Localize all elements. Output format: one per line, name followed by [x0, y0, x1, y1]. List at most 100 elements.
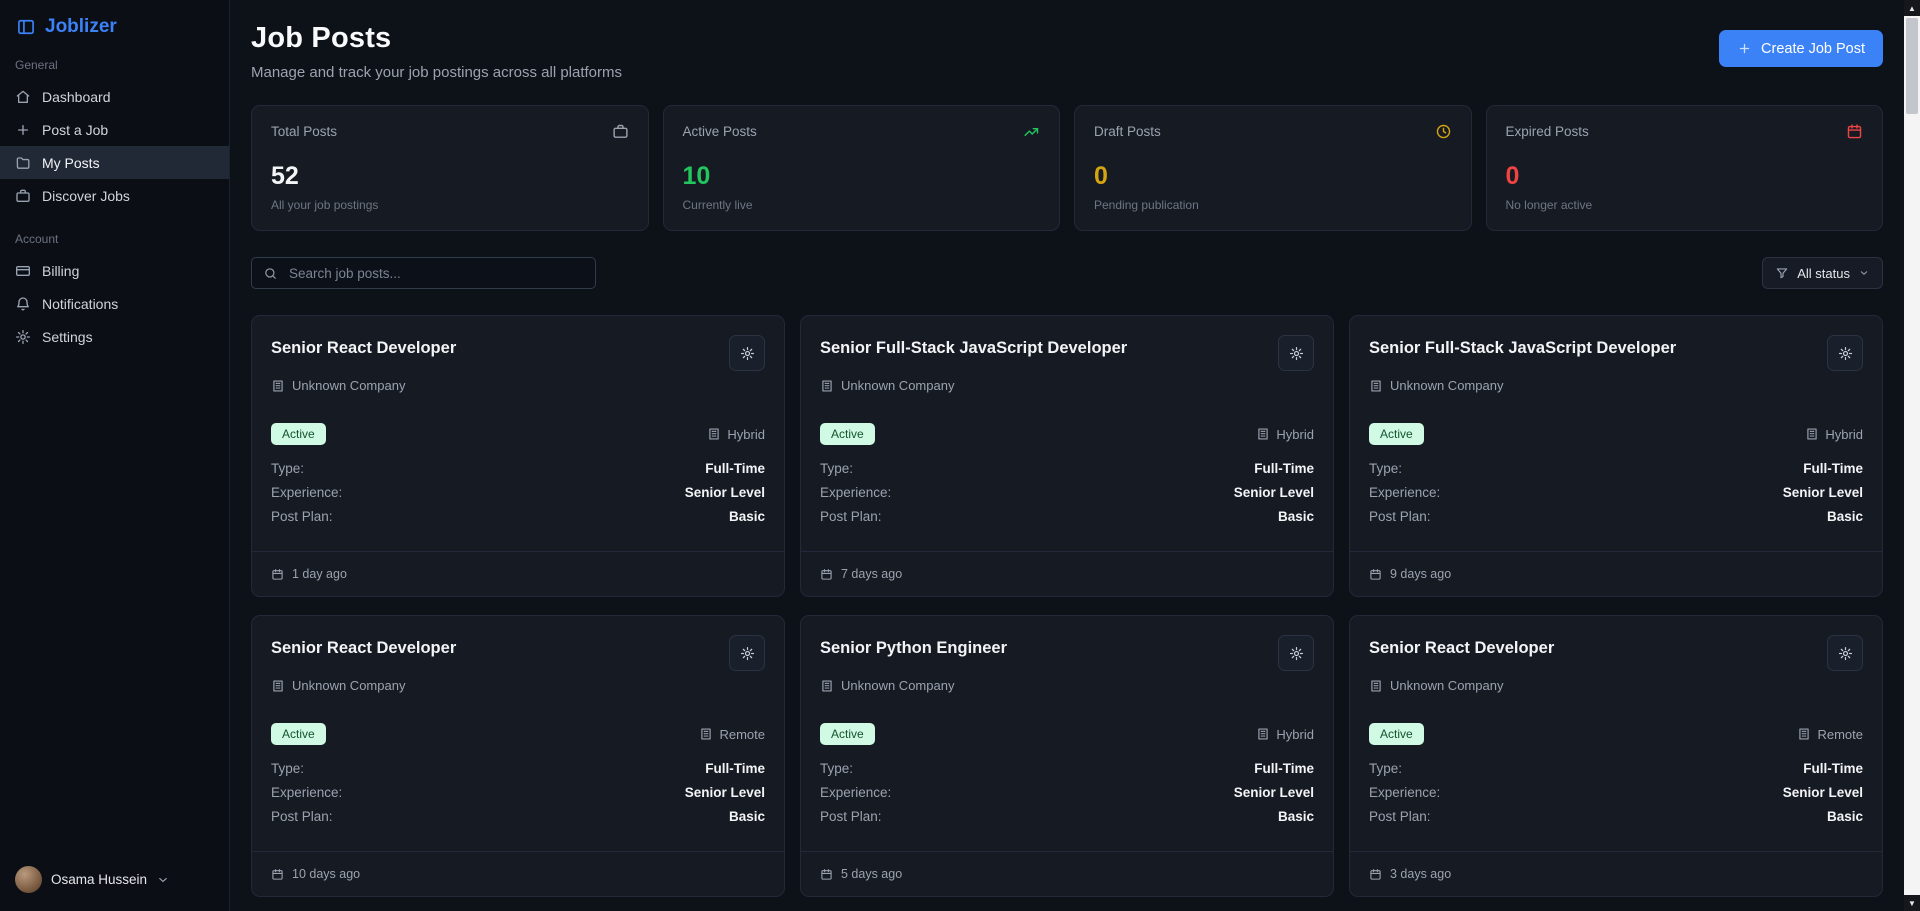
scroll-up-arrow[interactable]: ▲ — [1904, 0, 1920, 16]
panel-left-icon — [18, 19, 34, 35]
app-logo[interactable]: Joblizer — [0, 16, 229, 38]
status-filter-label: All status — [1797, 265, 1850, 281]
scrollbar-track[interactable] — [1904, 16, 1920, 895]
scrollbar[interactable]: ▲ ▼ — [1904, 0, 1920, 911]
gear-icon — [740, 346, 754, 360]
posted-date: 9 days ago — [1390, 567, 1452, 581]
building-icon — [1799, 728, 1810, 740]
main-content: Job Posts Manage and track your job post… — [230, 0, 1904, 911]
plus-icon — [18, 124, 28, 135]
sidebar-item-settings[interactable]: Settings — [0, 320, 229, 353]
work-mode-label: Hybrid — [1276, 726, 1314, 742]
experience-value: Senior Level — [1233, 485, 1314, 500]
sidebar-item-billing[interactable]: Billing — [0, 254, 229, 287]
sidebar-item-dashboard[interactable]: Dashboard — [0, 80, 229, 113]
company-name: Unknown Company — [1390, 678, 1504, 693]
stat-label: Draft Posts — [1094, 124, 1161, 139]
stat-label: Total Posts — [271, 124, 338, 139]
funnel-icon — [1777, 268, 1788, 279]
type-label: Type: — [820, 461, 854, 476]
gear-icon — [1838, 346, 1852, 360]
type-value: Full-Time — [1803, 761, 1863, 776]
sidebar-item-my-posts[interactable]: My Posts — [0, 146, 229, 179]
status-badge: Active — [271, 423, 326, 445]
status-filter-dropdown[interactable]: All status — [1762, 257, 1883, 289]
sidebar-section-general: General — [15, 58, 58, 72]
home-icon — [16, 90, 30, 103]
job-title: Senior React Developer — [1369, 639, 1555, 657]
building-icon — [709, 428, 720, 440]
sidebar-item-label: Billing — [42, 262, 80, 279]
posted-date: 5 days ago — [841, 867, 903, 881]
type-label: Type: — [271, 761, 305, 776]
status-badge: Active — [820, 723, 875, 745]
stat-value: 52 — [271, 162, 299, 190]
search-input[interactable] — [287, 264, 584, 282]
post-plan-label: Post Plan: — [820, 509, 882, 524]
app-name: Joblizer — [45, 16, 117, 37]
building-icon — [701, 728, 712, 740]
company-name: Unknown Company — [1390, 378, 1504, 393]
job-card: Senior Full-Stack JavaScript Developer U… — [1349, 315, 1883, 597]
experience-label: Experience: — [1369, 785, 1441, 800]
job-settings-button[interactable] — [729, 335, 765, 371]
building-icon — [1371, 379, 1381, 392]
type-label: Type: — [271, 461, 305, 476]
company-name: Unknown Company — [841, 678, 955, 693]
type-label: Type: — [1369, 461, 1403, 476]
calendar-icon — [821, 568, 832, 580]
job-title: Senior React Developer — [271, 339, 457, 357]
toolbar: All status — [251, 257, 1883, 289]
scrollbar-thumb[interactable] — [1906, 18, 1918, 114]
job-settings-button[interactable] — [1278, 635, 1314, 671]
job-settings-button[interactable] — [1278, 335, 1314, 371]
work-mode-label: Remote — [1817, 726, 1863, 742]
sidebar-item-discover-jobs[interactable]: Discover Jobs — [0, 179, 229, 212]
work-mode-label: Hybrid — [1276, 426, 1314, 442]
experience-label: Experience: — [271, 485, 343, 500]
stat-sub: Currently live — [682, 198, 753, 212]
chevron-down-icon — [159, 877, 167, 882]
gear-icon — [740, 646, 754, 660]
status-badge: Active — [1369, 723, 1424, 745]
post-plan-label: Post Plan: — [1369, 509, 1431, 524]
post-plan-value: Basic — [1277, 809, 1314, 824]
create-job-post-button[interactable]: Create Job Post — [1719, 30, 1883, 67]
building-icon — [822, 379, 832, 392]
user-menu[interactable]: Osama Hussein — [0, 866, 229, 893]
job-card: Senior React Developer Unknown Company A… — [1349, 615, 1883, 897]
posted-date: 10 days ago — [292, 867, 361, 881]
stat-sub: Pending publication — [1094, 198, 1199, 212]
job-title: Senior React Developer — [271, 639, 457, 657]
sidebar-item-label: Dashboard — [42, 88, 111, 105]
sidebar-item-label: My Posts — [42, 154, 100, 171]
sidebar-item-label: Discover Jobs — [42, 187, 130, 204]
job-settings-button[interactable] — [729, 635, 765, 671]
job-settings-button[interactable] — [1827, 635, 1863, 671]
work-mode-label: Hybrid — [1825, 426, 1863, 442]
type-value: Full-Time — [705, 761, 765, 776]
job-card: Senior React Developer Unknown Company A… — [251, 615, 785, 897]
stat-sub: No longer active — [1505, 198, 1593, 212]
gear-icon — [1289, 346, 1303, 360]
job-title: Senior Full-Stack JavaScript Developer — [1369, 339, 1677, 357]
trending-up-icon — [1024, 127, 1039, 137]
folder-icon — [16, 156, 30, 169]
scroll-down-arrow[interactable]: ▼ — [1904, 895, 1920, 911]
experience-value: Senior Level — [684, 485, 765, 500]
experience-value: Senior Level — [1782, 785, 1863, 800]
posted-date: 3 days ago — [1390, 867, 1452, 881]
sidebar-item-notifications[interactable]: Notifications — [0, 287, 229, 320]
sidebar-item-post-a-job[interactable]: Post a Job — [0, 113, 229, 146]
search-box — [251, 257, 596, 289]
stat-card-total-posts: Total Posts 52 All your job postings — [251, 105, 649, 231]
create-job-post-label: Create Job Post — [1761, 40, 1865, 57]
type-value: Full-Time — [1803, 461, 1863, 476]
job-settings-button[interactable] — [1827, 335, 1863, 371]
post-plan-value: Basic — [728, 509, 765, 524]
building-icon — [1258, 428, 1269, 440]
chevron-down-icon — [1860, 271, 1868, 275]
type-value: Full-Time — [705, 461, 765, 476]
status-badge: Active — [1369, 423, 1424, 445]
gear-icon — [16, 329, 30, 344]
